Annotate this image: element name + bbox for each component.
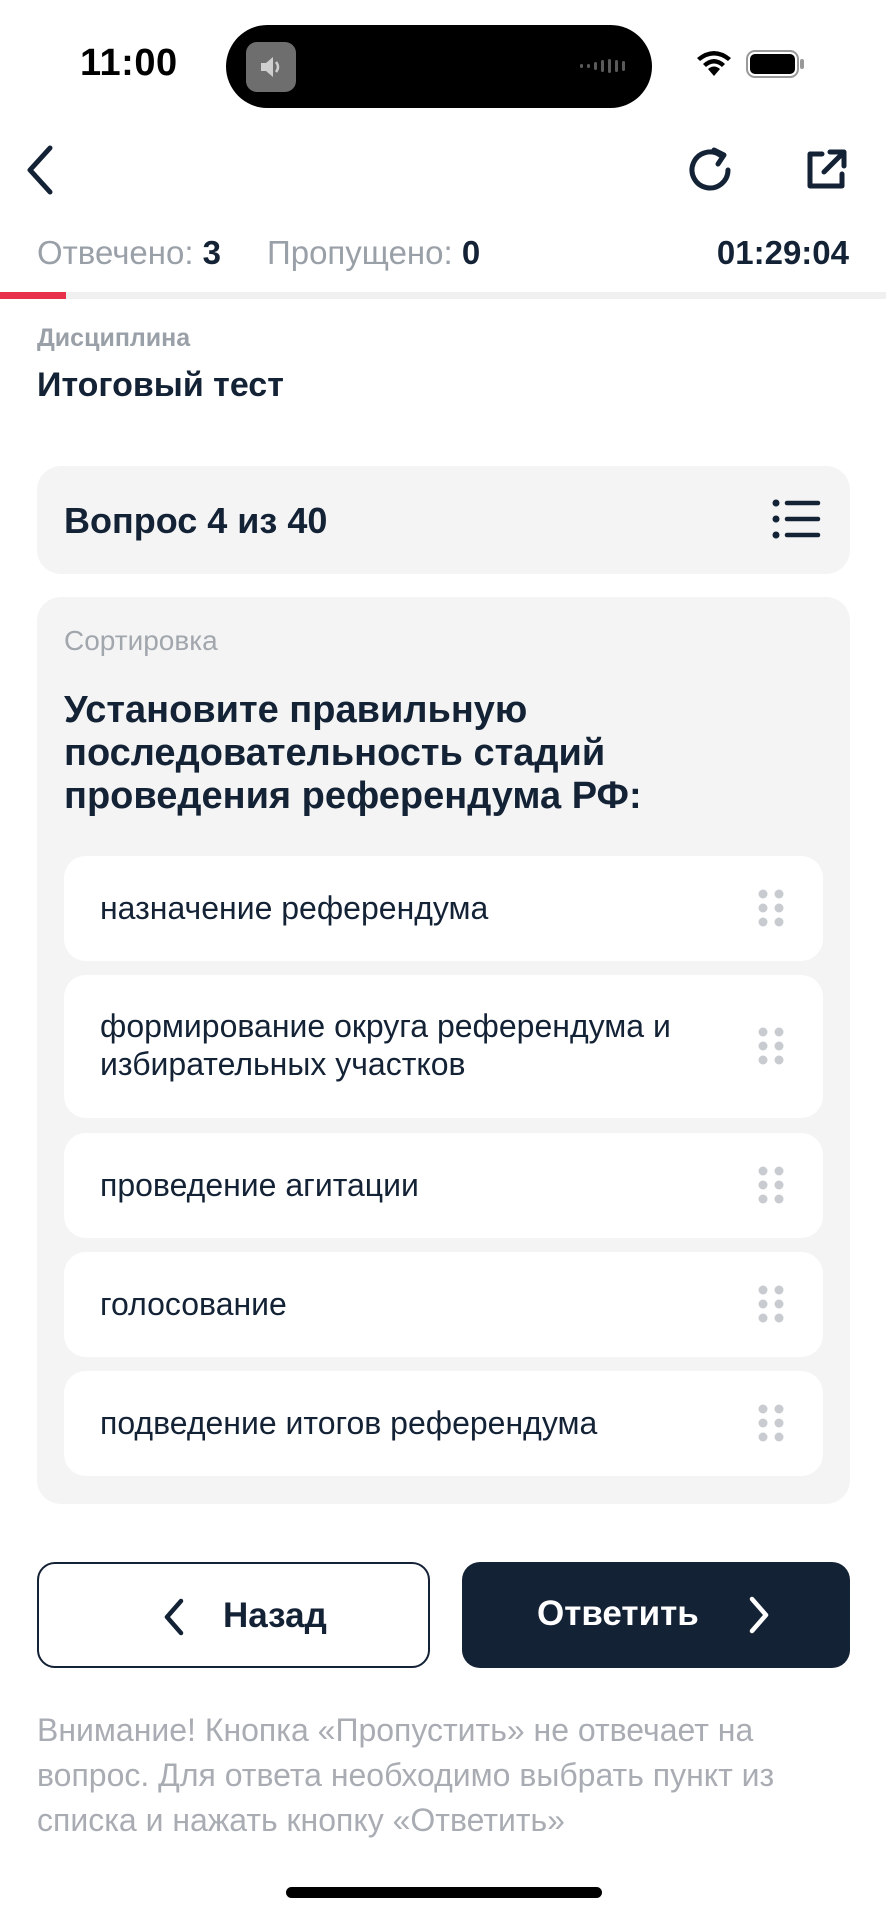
option-label: проведение агитации <box>100 1167 419 1203</box>
list-icon <box>772 499 821 539</box>
sort-option[interactable]: подведение итогов референдума <box>64 1371 823 1476</box>
speaker-icon <box>246 42 296 92</box>
battery-icon <box>746 50 804 78</box>
discipline-label: Дисциплина <box>37 324 191 352</box>
progress-bar <box>0 292 886 299</box>
stats-bar: Отвечено: 3 Пропущено: 0 01:29:04 <box>37 234 849 278</box>
answered-label: Отвечено: <box>37 234 194 271</box>
chevron-right-icon <box>749 1596 769 1634</box>
chevron-left-icon <box>27 145 53 195</box>
option-label: голосование <box>100 1286 287 1322</box>
question-type: Сортировка <box>64 625 218 656</box>
progress-fill <box>0 292 67 299</box>
dynamic-island <box>226 25 652 108</box>
back-button-label: Назад <box>223 1596 327 1635</box>
option-label: формирование округа референдума и избира… <box>100 1008 671 1082</box>
question-list-button[interactable] <box>772 496 822 542</box>
discipline-title: Итоговый тест <box>37 366 284 404</box>
refresh-icon <box>689 147 731 191</box>
question-card: Сортировка Установите правильную последо… <box>37 597 850 1504</box>
refresh-button[interactable] <box>680 140 740 200</box>
status-time: 11:00 <box>80 42 178 84</box>
back-nav-button[interactable]: Назад <box>37 1562 430 1668</box>
drag-handle-icon[interactable] <box>757 1026 785 1066</box>
external-link-icon <box>807 149 847 189</box>
sort-option[interactable]: голосование <box>64 1252 823 1357</box>
skipped-value: 0 <box>461 234 481 271</box>
back-button[interactable] <box>10 140 70 200</box>
question-counter: Вопрос 4 из 40 <box>64 500 328 541</box>
answer-button-label: Ответить <box>537 1594 699 1633</box>
question-text: Установите правильную последовательность… <box>64 689 642 817</box>
drag-handle-icon[interactable] <box>757 1284 785 1324</box>
drag-handle-icon[interactable] <box>757 1403 785 1443</box>
sort-option[interactable]: проведение агитации <box>64 1133 823 1238</box>
answered-value: 3 <box>202 234 222 271</box>
home-indicator <box>286 1887 602 1898</box>
timer: 01:29:04 <box>716 234 849 271</box>
answer-button[interactable]: Ответить <box>462 1562 850 1668</box>
sort-option[interactable]: назначение референдума <box>64 856 823 961</box>
notice-text: Внимание! Кнопка «Пропустить» не отвечае… <box>37 1712 775 1838</box>
option-label: подведение итогов референдума <box>100 1405 598 1441</box>
audio-wave-icon <box>580 59 625 73</box>
drag-handle-icon[interactable] <box>757 888 785 928</box>
question-header: Вопрос 4 из 40 <box>37 466 850 574</box>
skipped-label: Пропущено: <box>267 234 453 271</box>
drag-handle-icon[interactable] <box>757 1165 785 1205</box>
answered-stat: Отвечено: 3 <box>37 234 221 272</box>
open-external-button[interactable] <box>796 140 856 200</box>
wifi-icon <box>697 51 731 76</box>
sort-option[interactable]: формирование округа референдума и избира… <box>64 975 823 1118</box>
chevron-left-icon <box>164 1598 184 1636</box>
option-label: назначение референдума <box>100 890 489 926</box>
skipped-stat: Пропущено: 0 <box>267 234 480 272</box>
